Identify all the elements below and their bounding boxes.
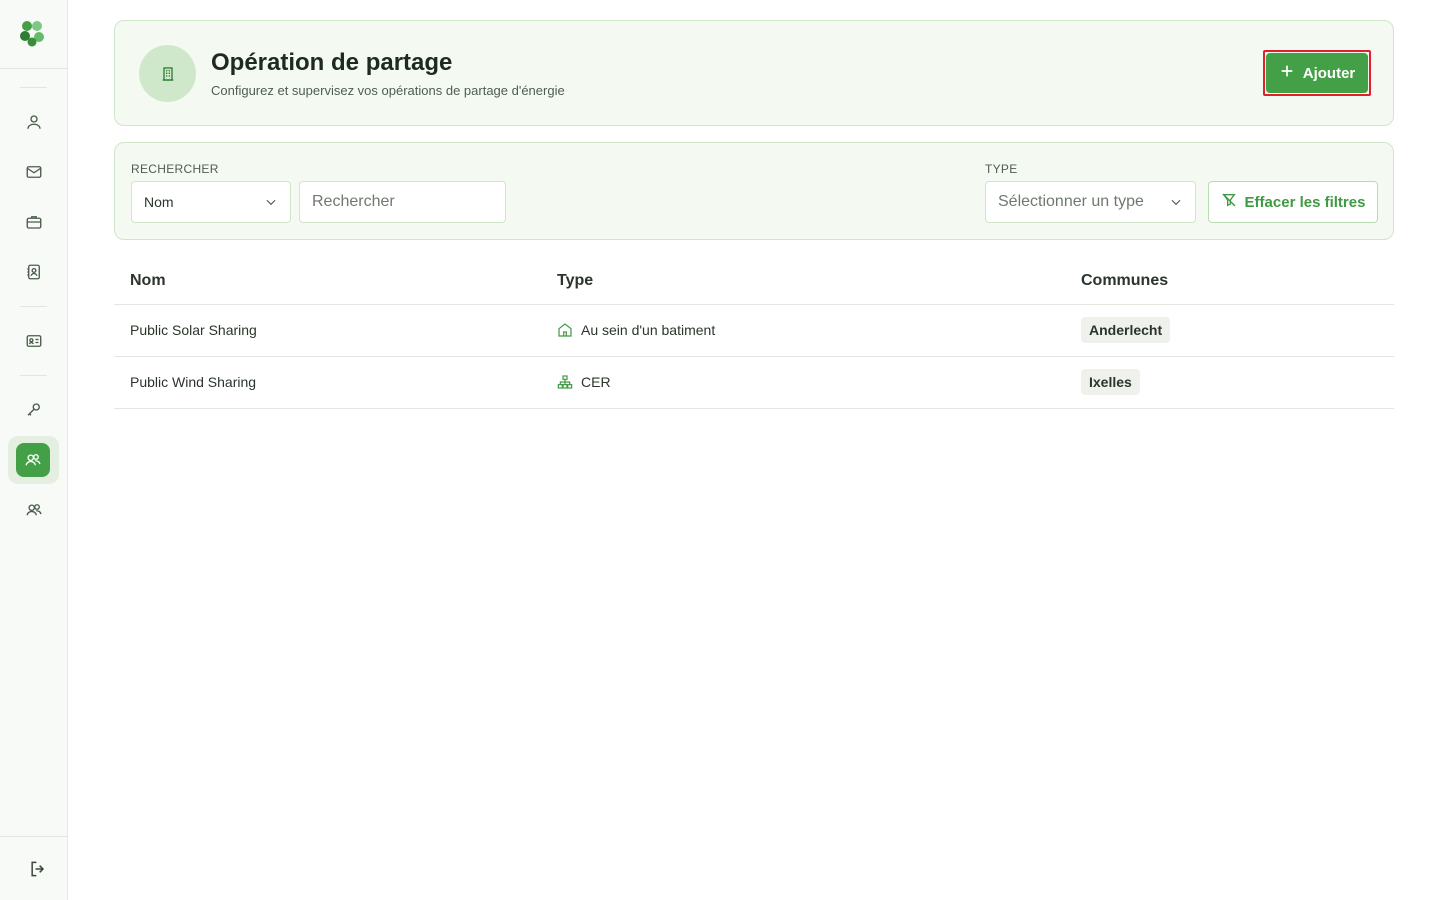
page-title: Opération de partage xyxy=(211,49,453,76)
operations-table: Nom Type Communes Public Solar Sharing A… xyxy=(114,256,1394,409)
table-row[interactable]: Public Solar Sharing Au sein d'un batime… xyxy=(114,305,1394,357)
filter-off-icon xyxy=(1221,192,1237,212)
sidebar xyxy=(0,0,68,900)
page-header-card: Opération de partage Configurez et super… xyxy=(114,20,1394,126)
add-button-label: Ajouter xyxy=(1302,64,1356,82)
page-subtitle: Configurez et supervisez vos opérations … xyxy=(211,83,565,98)
commune-badge: Ixelles xyxy=(1081,369,1140,395)
type-label: TYPE xyxy=(985,162,1018,176)
search-field-select[interactable]: Nom xyxy=(131,181,291,223)
building-icon xyxy=(139,45,196,102)
building-home-icon xyxy=(557,322,573,338)
chevron-down-icon xyxy=(1169,195,1183,214)
sidebar-divider xyxy=(0,68,68,69)
contact-book-icon[interactable] xyxy=(17,255,51,289)
table-row[interactable]: Public Wind Sharing CER Ixelles xyxy=(114,357,1394,409)
clear-filters-label: Effacer les filtres xyxy=(1244,193,1366,211)
filter-card: RECHERCHER Nom TYPE Sélectionner un type… xyxy=(114,142,1394,240)
briefcase-icon[interactable] xyxy=(17,205,51,239)
cell-type: CER xyxy=(557,374,611,390)
cell-type: Au sein d'un batiment xyxy=(557,322,715,338)
users-alt-icon[interactable] xyxy=(17,493,51,527)
sidebar-divider xyxy=(20,87,47,88)
type-select[interactable]: Sélectionner un type xyxy=(985,181,1196,223)
id-card-icon[interactable] xyxy=(17,324,51,358)
table-header: Nom Type Communes xyxy=(114,256,1394,305)
sidebar-divider xyxy=(0,836,68,837)
users-icon[interactable] xyxy=(16,443,50,477)
search-input[interactable] xyxy=(299,181,506,223)
mail-icon[interactable] xyxy=(17,155,51,189)
column-header-communes[interactable]: Communes xyxy=(1081,272,1168,290)
column-header-name[interactable]: Nom xyxy=(130,272,166,290)
column-header-type[interactable]: Type xyxy=(557,272,593,290)
plus-icon xyxy=(1279,63,1295,83)
commune-badge: Anderlecht xyxy=(1081,317,1171,343)
cell-type-label: CER xyxy=(581,374,611,390)
network-icon xyxy=(557,374,573,390)
cell-name: Public Solar Sharing xyxy=(130,322,257,338)
search-field-value: Nom xyxy=(144,194,174,210)
key-icon[interactable] xyxy=(17,393,51,427)
clear-filters-button[interactable]: Effacer les filtres xyxy=(1208,181,1378,223)
chevron-down-icon xyxy=(264,195,278,212)
sidebar-divider xyxy=(20,375,47,376)
cell-type-label: Au sein d'un batiment xyxy=(581,322,716,338)
add-button[interactable]: Ajouter xyxy=(1266,53,1368,93)
app-logo[interactable] xyxy=(17,18,47,48)
user-icon[interactable] xyxy=(17,105,51,139)
type-select-placeholder: Sélectionner un type xyxy=(998,193,1144,210)
cell-name: Public Wind Sharing xyxy=(130,374,257,390)
logout-icon[interactable] xyxy=(24,855,52,883)
search-label: RECHERCHER xyxy=(131,162,219,176)
sidebar-divider xyxy=(20,306,47,307)
